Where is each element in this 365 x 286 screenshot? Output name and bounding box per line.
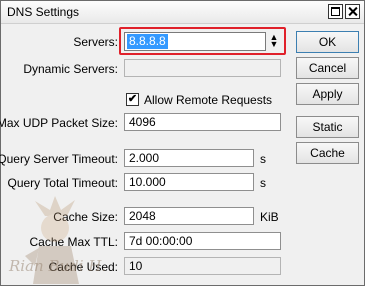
query-server-timeout-field[interactable]: 2.000 (124, 149, 254, 167)
cache-size-field[interactable]: 2048 (124, 207, 254, 225)
cache-button[interactable]: Cache (296, 142, 359, 164)
cache-used-field: 10 (124, 257, 281, 275)
cache-max-ttl-field[interactable]: 7d 00:00:00 (124, 232, 281, 250)
window-title: DNS Settings (7, 5, 80, 19)
max-udp-field[interactable]: 4096 (124, 113, 281, 131)
cache-size-unit: KiB (260, 210, 279, 224)
dynamic-servers-label: Dynamic Servers: (23, 62, 118, 76)
maximize-icon[interactable] (328, 4, 343, 19)
cancel-button[interactable]: Cancel (296, 57, 359, 79)
close-icon[interactable] (345, 4, 360, 19)
servers-label: Servers: (73, 35, 118, 49)
cache-size-label: Cache Size: (53, 210, 118, 224)
dynamic-servers-field (124, 59, 281, 77)
apply-button[interactable]: Apply (296, 83, 359, 105)
query-server-timeout-unit: s (260, 152, 266, 166)
query-total-timeout-label: Query Total Timeout: (7, 176, 119, 190)
servers-value: 8.8.8.8 (127, 34, 168, 49)
query-total-timeout-unit: s (260, 176, 266, 190)
title-bar[interactable]: DNS Settings (1, 1, 364, 24)
allow-remote-label[interactable]: Allow Remote Requests (144, 93, 272, 107)
allow-remote-checkbox[interactable]: ✔ (126, 93, 139, 106)
watermark-text: Rian Budi H. (9, 257, 107, 275)
static-button[interactable]: Static (296, 116, 359, 138)
dns-settings-window: DNS Settings Servers: 8.8.8.8 ▲ ▼ Dynamic… (0, 0, 365, 286)
query-total-timeout-field[interactable]: 10.000 (124, 173, 254, 191)
servers-input[interactable]: 8.8.8.8 (124, 32, 266, 51)
servers-updown-icon[interactable]: ▲ ▼ (267, 33, 281, 50)
query-server-timeout-label: Query Server Timeout: (0, 152, 118, 166)
cache-max-ttl-label: Cache Max TTL: (29, 235, 118, 249)
max-udp-label: Max UDP Packet Size: (0, 116, 118, 130)
ok-button[interactable]: OK (296, 31, 359, 53)
